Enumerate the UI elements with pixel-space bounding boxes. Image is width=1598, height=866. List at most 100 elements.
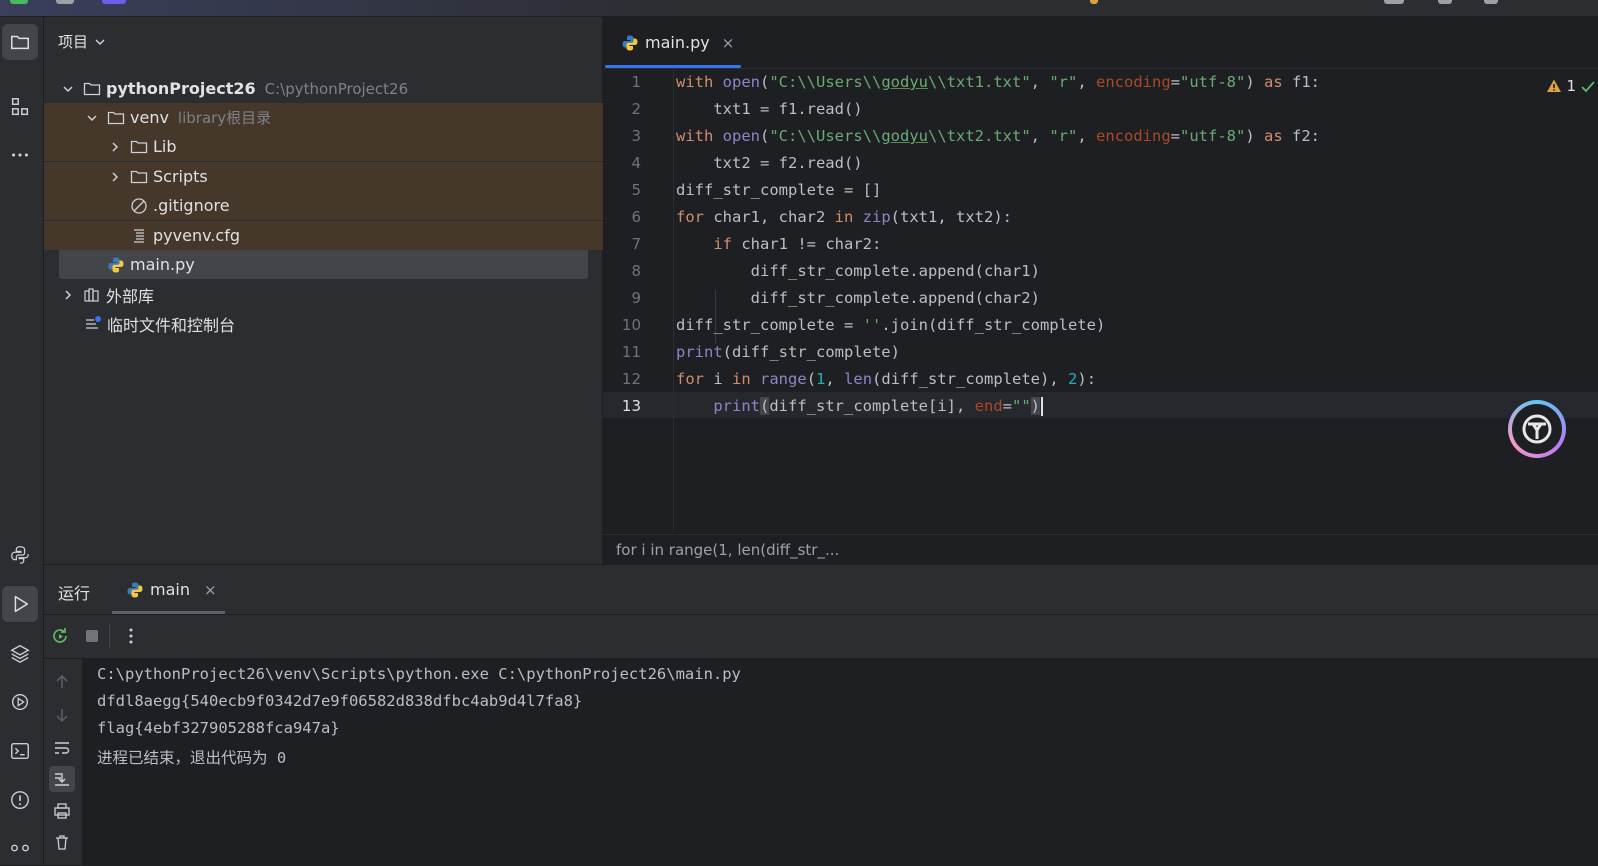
run-tab-main[interactable]: main × [112,565,225,614]
scroll-up-button[interactable] [52,672,72,692]
stop-button[interactable] [82,626,102,646]
project-tool-button[interactable] [2,24,38,60]
chevron-right-icon[interactable] [108,170,122,184]
more-options-button[interactable] [121,626,141,646]
tree-item-lib[interactable]: Lib [44,132,666,161]
folder-icon [130,138,148,156]
run-icon [14,595,29,613]
vcs-tool-button[interactable] [2,830,38,866]
python-file-icon [107,256,125,274]
tree-item-hint: library根目录 [177,109,272,127]
console-output[interactable]: C:\pythonProject26\venv\Scripts\python.e… [83,659,1598,865]
settings-icon[interactable] [1484,0,1498,4]
app-logo-icon[interactable] [10,0,28,4]
folder-icon [11,35,29,50]
tree-item-project-root[interactable]: pythonProject26 C:\pythonProject26 [44,74,619,103]
title-bar [0,0,1598,17]
problems-tool-button[interactable] [2,782,38,818]
editor-area: main.py × 1 1 2 3 4 5 6 7 8 9 10 11 12 1… [603,17,1598,564]
python-file-icon [127,582,143,597]
tree-item-scratches[interactable]: 临时文件和控制台 [44,309,642,338]
tool-window-strip [0,17,44,865]
project-view-selector[interactable]: 项目 [58,31,106,52]
soft-wrap-button[interactable] [52,738,72,758]
line-number: 10 [621,316,641,334]
structure-icon [11,98,29,116]
chevron-down-icon[interactable] [61,82,75,96]
tree-item-gitignore[interactable]: .gitignore [44,191,688,220]
terminal-tool-button[interactable] [2,733,38,769]
chevron-right-icon[interactable] [61,288,75,302]
python-console-button[interactable] [2,537,38,573]
code-line-4[interactable]: txt2 = f2.read() [676,154,862,172]
ai-assistant-button[interactable] [1508,400,1566,458]
warning-icon [1547,79,1562,92]
code-line-2[interactable]: txt1 = f1.read() [676,100,862,118]
code-line-1[interactable]: with open("C:\\Users\\godyu\\txt1.txt", … [676,73,1320,91]
services-icon [11,693,29,711]
more-tools-button[interactable] [2,137,38,173]
build-status-icon[interactable] [1090,0,1098,4]
run-panel-header: 运行 main × [44,565,1598,615]
chevron-down-icon[interactable] [85,111,99,125]
tree-item-venv[interactable]: venv library根目录 [44,103,643,132]
close-tab-icon[interactable]: × [722,34,735,52]
scroll-down-button[interactable] [52,705,72,725]
account-icon[interactable] [1384,0,1404,4]
tree-item-label: 临时文件和控制台 [107,315,236,335]
code-line-8[interactable]: diff_str_complete.append(char1) [676,262,1040,280]
arrow-down-icon [56,709,68,723]
line-number: 5 [631,181,641,199]
terminal-icon [11,742,29,760]
scroll-to-end-button[interactable] [49,766,75,792]
toolbar-divider [109,624,110,648]
print-icon [54,803,70,819]
tree-item-label: 外部库 [106,286,155,306]
tree-item-pyvenv-cfg[interactable]: pyvenv.cfg [44,221,688,250]
code-line-12[interactable]: for i in range(1, len(diff_str_complete)… [676,370,1096,388]
line-number: 2 [631,100,641,118]
more-icon [12,153,28,157]
tree-item-label: venv [130,108,169,127]
rerun-button[interactable] [50,626,70,646]
tree-item-scripts[interactable]: Scripts [44,162,666,191]
code-line-9[interactable]: diff_str_complete.append(char2) [676,289,1040,307]
chevron-right-icon[interactable] [108,140,122,154]
stop-icon [86,630,98,642]
code-line-6[interactable]: for char1, char2 in zip(txt1, txt2): [676,208,1012,226]
line-number: 11 [621,343,641,361]
inspection-widget[interactable]: 1 [1546,77,1596,95]
tree-item-main-py[interactable]: main.py [44,250,665,279]
line-number: 8 [631,262,641,280]
rerun-icon [53,628,67,643]
close-tab-icon[interactable]: × [204,581,217,599]
code-line-11[interactable]: print(diff_str_complete) [676,343,900,361]
warning-count: 1 [1566,77,1576,95]
code-line-3[interactable]: with open("C:\\Users\\godyu\\txt2.txt", … [676,127,1320,145]
code-line-5[interactable]: diff_str_complete = [] [676,181,881,199]
main-menu-icon[interactable] [56,0,74,4]
code-line-13[interactable]: print(diff_str_complete[i], end="") [676,397,1044,416]
code-line-10[interactable]: diff_str_complete = ''.join(diff_str_com… [676,316,1105,334]
line-number: 7 [631,235,641,253]
clear-all-button[interactable] [52,832,72,852]
editor-breadcrumb[interactable]: for i in range(1, len(diff_str_... [603,534,1598,564]
tree-item-label: .gitignore [153,196,230,215]
project-badge-icon[interactable] [102,0,126,4]
search-everywhere-icon[interactable] [1438,0,1452,4]
python-file-icon [622,35,638,50]
problems-icon [11,791,29,809]
code-line-7[interactable]: if char1 != char2: [676,235,881,253]
layers-tool-button[interactable] [2,635,38,671]
run-tool-button[interactable] [2,586,38,622]
line-number-gutter: 1 2 3 4 5 6 7 8 9 10 11 12 13 [603,69,674,532]
services-tool-button[interactable] [2,684,38,720]
tree-item-path: C:\pythonProject26 [264,79,409,98]
print-button[interactable] [52,801,72,821]
tree-item-external-libraries[interactable]: 外部库 [44,280,619,309]
console-line: dfdl8aegg{540ecb9f0342d7e9f06582d838dfbc… [97,692,583,710]
structure-tool-button[interactable] [2,89,38,125]
tab-main-py[interactable]: main.py × [603,17,741,68]
line-number: 3 [631,127,641,145]
ai-assistant-icon [1522,414,1552,444]
